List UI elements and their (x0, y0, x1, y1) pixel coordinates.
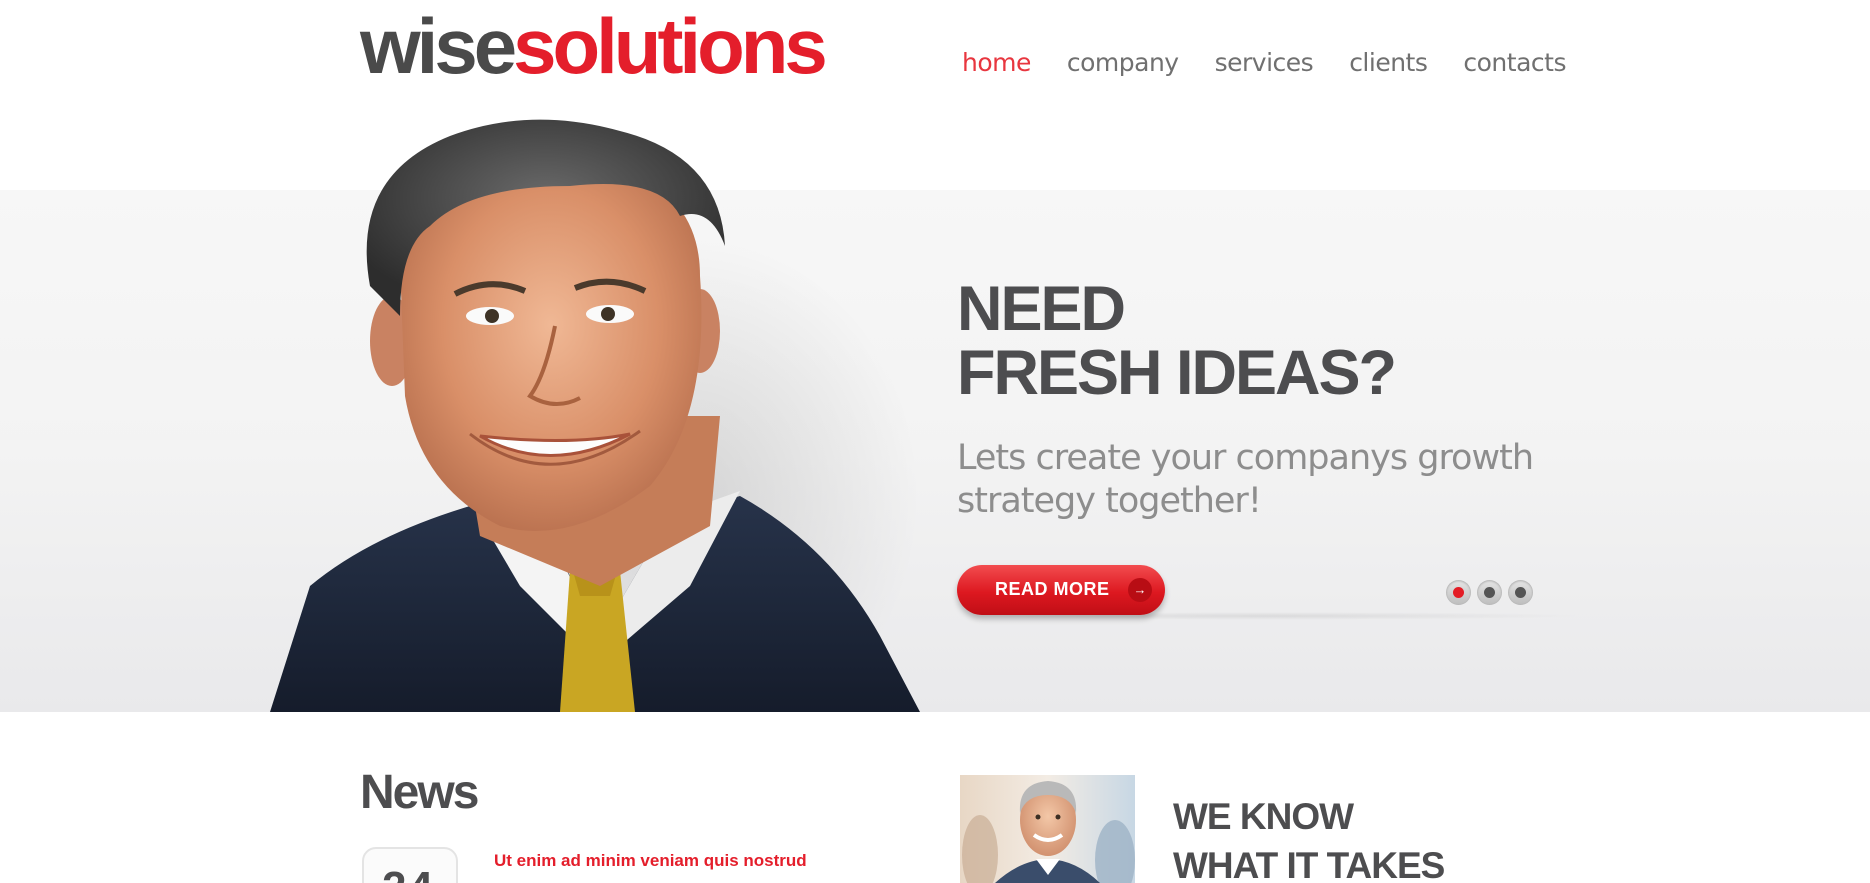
nav-item-home[interactable]: home (962, 48, 1031, 77)
hero-subtitle-line2: strategy together! (957, 481, 1262, 521)
hero-title-line2: FRESH IDEAS? (957, 338, 1397, 408)
hero-title-line1: NEED (957, 274, 1126, 344)
nav-item-contacts[interactable]: contacts (1463, 48, 1566, 77)
read-more-button[interactable]: READ MORE → (957, 565, 1165, 615)
slider-dot-3[interactable] (1508, 580, 1533, 605)
nav-item-company[interactable]: company (1067, 48, 1179, 77)
businessman-portrait (270, 119, 920, 712)
site-logo[interactable]: wisesolutions (360, 6, 828, 86)
slider-dot-1[interactable] (1446, 580, 1471, 605)
slider-pagination (1446, 580, 1533, 605)
logo-wise-text: wise (360, 2, 517, 90)
news-date-day: 24 (382, 863, 435, 883)
promo-image (960, 775, 1135, 883)
news-item-link[interactable]: Ut enim ad minim veniam quis nostrud (494, 851, 807, 871)
promo-heading-line2: WHAT IT TAKES (1173, 845, 1445, 883)
promo-heading: WE KNOW WHAT IT TAKES (1173, 792, 1445, 883)
slider-dot-2[interactable] (1477, 580, 1502, 605)
logo-solutions-text: solutions (513, 2, 828, 90)
read-more-label: READ MORE (995, 579, 1110, 599)
hero-title: NEED FRESH IDEAS? (957, 274, 1397, 408)
news-heading: News (360, 766, 479, 819)
news-date-badge: 24 (362, 847, 458, 883)
hero-subtitle: Lets create your companys growth strateg… (957, 437, 1577, 523)
hero-subtitle-line1: Lets create your companys growth (957, 438, 1534, 478)
main-nav: home company services clients contacts (962, 48, 1602, 77)
promo-heading-line1: WE KNOW (1173, 796, 1354, 837)
arrow-right-icon: → (1128, 578, 1152, 602)
nav-item-clients[interactable]: clients (1349, 48, 1428, 77)
nav-item-services[interactable]: services (1215, 48, 1314, 77)
